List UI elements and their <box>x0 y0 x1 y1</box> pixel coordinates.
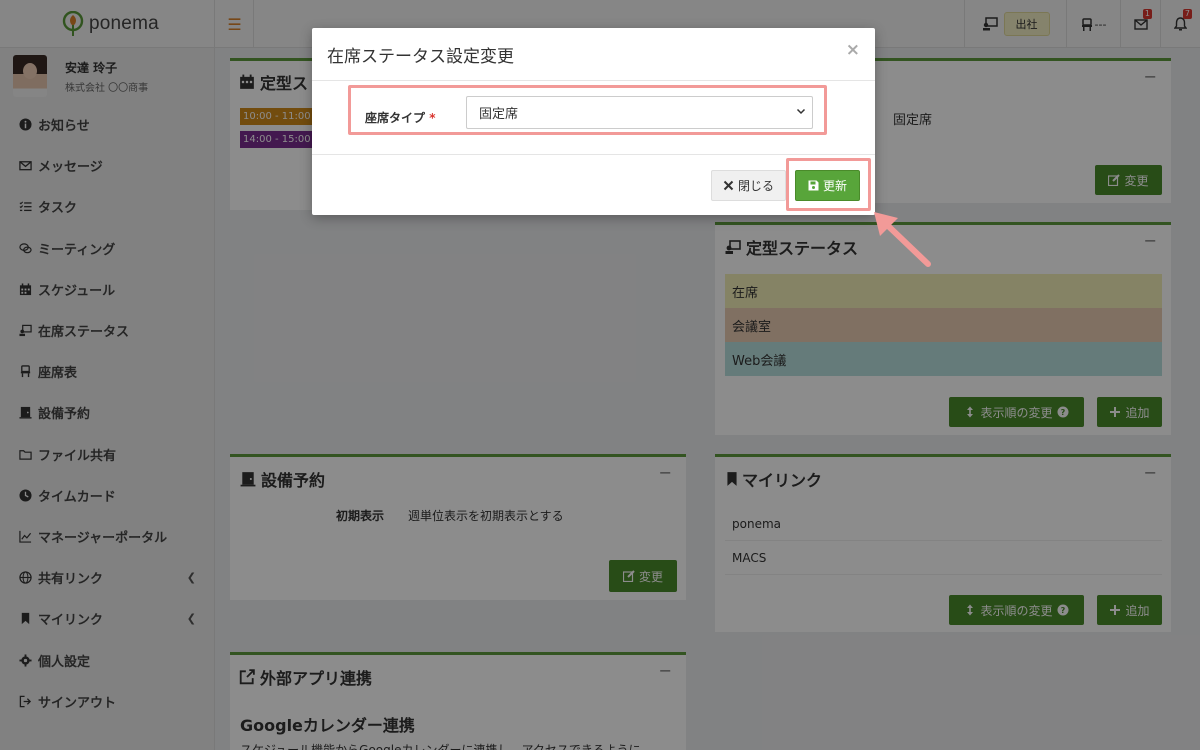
seat-type-label: 座席タイプ * <box>365 111 436 125</box>
seat-type-select[interactable]: 固定席 <box>466 96 813 129</box>
required-mark: * <box>429 111 436 125</box>
modal-title: 在席ステータス設定変更 <box>327 46 514 67</box>
save-icon <box>808 180 819 191</box>
close-icon[interactable]: × <box>846 40 860 60</box>
modal-header: 在席ステータス設定変更 × <box>312 28 875 81</box>
modal-body: 座席タイプ * 固定席 <box>312 81 875 155</box>
chevron-down-icon <box>796 108 806 115</box>
presence-settings-modal: 在席ステータス設定変更 × 座席タイプ * 固定席 閉じる 更新 <box>312 28 875 215</box>
close-button[interactable]: 閉じる <box>711 170 786 201</box>
close-icon <box>723 180 734 191</box>
update-button[interactable]: 更新 <box>795 170 860 201</box>
select-value: 固定席 <box>479 107 519 122</box>
pointer-arrow-icon <box>874 212 931 267</box>
